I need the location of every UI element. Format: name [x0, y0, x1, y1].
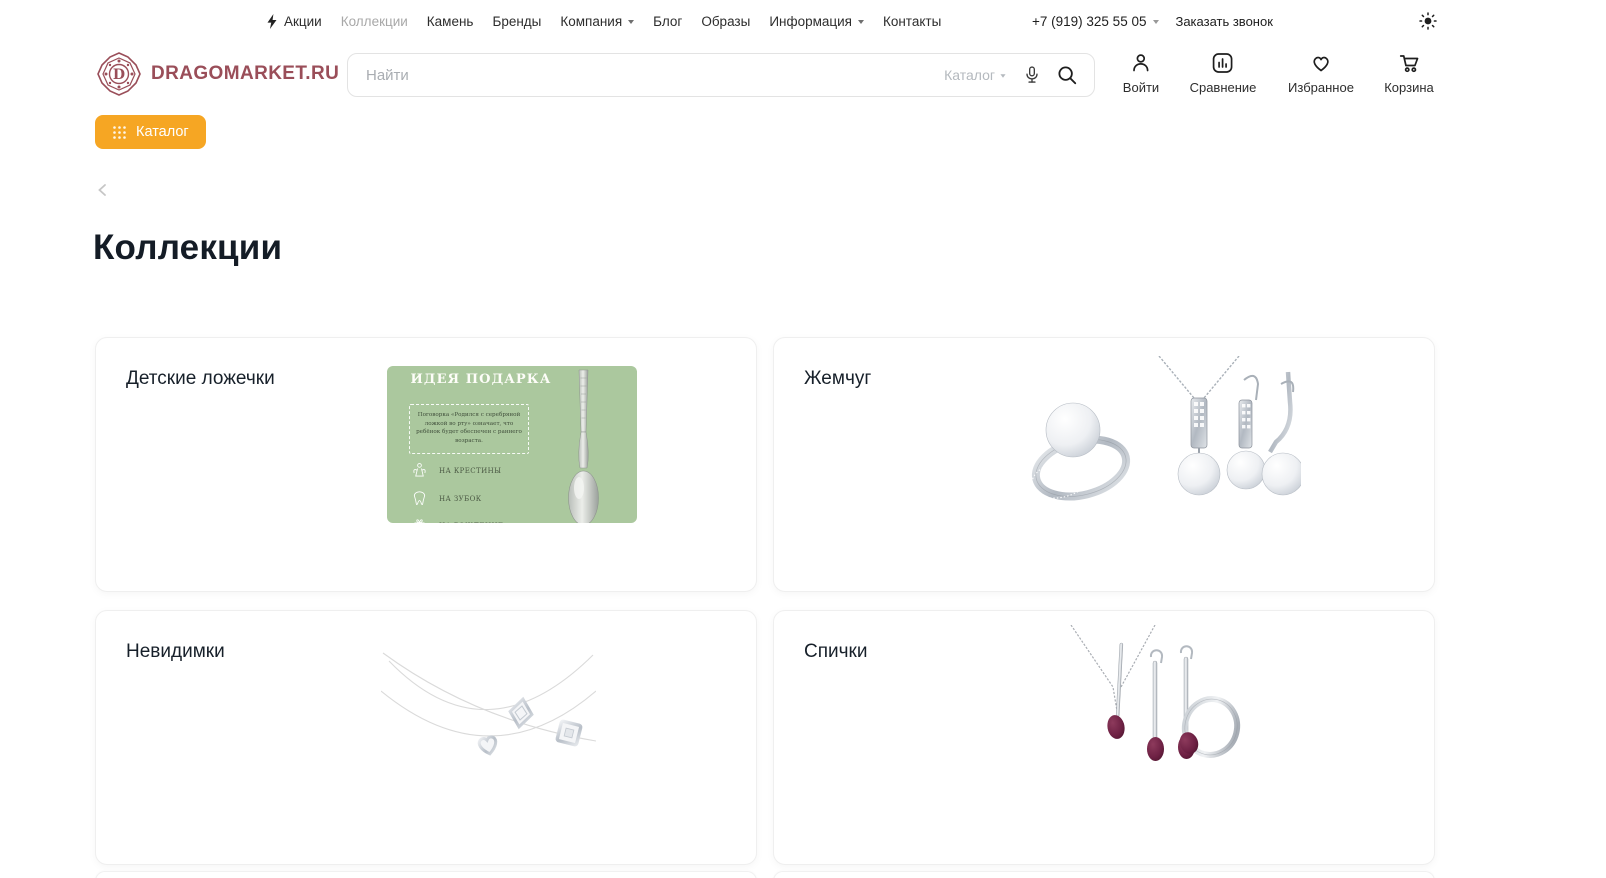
banner-item-label: НА ЗУБОК: [439, 495, 482, 503]
action-label: Сравнение: [1190, 80, 1257, 95]
cart-button[interactable]: Корзина: [1384, 51, 1434, 95]
nav-label: Компания: [560, 14, 622, 29]
nav-item-contacts[interactable]: Контакты: [883, 14, 941, 29]
banner-item: НА РОЖДЕНИЕ: [411, 517, 503, 523]
children-spoons-banner-image: ИДЕЯ ПОДАРКА Поговорка «Родился с серебр…: [387, 366, 637, 523]
site-logo[interactable]: D DRAGOMARKET.RU: [95, 50, 339, 98]
cart-icon: [1397, 51, 1421, 75]
favorites-button[interactable]: Избранное: [1288, 51, 1354, 95]
banner-item: НА КРЕСТИНЫ: [411, 462, 501, 479]
nav-item-looks[interactable]: Образы: [701, 14, 750, 29]
gift-icon: [411, 517, 428, 523]
banner-quote: Поговорка «Родился с серебряной ложкой в…: [409, 404, 529, 454]
search-input[interactable]: [366, 67, 944, 84]
nav-item-blog[interactable]: Блог: [653, 14, 682, 29]
nav-item-brands[interactable]: Бренды: [492, 14, 541, 29]
banner-heading: ИДЕЯ ПОДАРКА: [403, 372, 559, 387]
nav-label: Камень: [427, 14, 474, 29]
nav-label: Акции: [284, 14, 322, 29]
nav-label: Бренды: [492, 14, 541, 29]
collections-page: Акции Коллекции Камень Бренды Компания Б…: [0, 0, 1606, 878]
microphone-icon: [1022, 65, 1042, 85]
collection-title: Невидимки: [126, 641, 225, 663]
nav-item-company[interactable]: Компания: [560, 14, 634, 29]
user-icon: [1129, 51, 1153, 75]
chevron-down-icon: [1000, 74, 1005, 77]
search-category-dropdown[interactable]: Каталог: [944, 67, 1006, 83]
nav-item-collections[interactable]: Коллекции: [341, 14, 408, 29]
lightning-icon: [266, 14, 278, 29]
action-label: Избранное: [1288, 80, 1354, 95]
invisible-necklaces-image: [381, 633, 596, 773]
nav-item-stone[interactable]: Камень: [427, 14, 474, 29]
action-label: Корзина: [1384, 80, 1434, 95]
callback-link[interactable]: Заказать звонок: [1175, 14, 1272, 29]
logo-text: DRAGOMARKET.RU: [151, 63, 339, 85]
nav-label: Блог: [653, 14, 682, 29]
search-category-label: Каталог: [944, 67, 995, 83]
collection-card-invisible[interactable]: Невидимки: [95, 610, 757, 865]
collections-grid: Детские ложечки ИДЕЯ ПОДАРКА Поговорка «…: [95, 337, 1435, 865]
voice-search-button[interactable]: [1022, 65, 1042, 85]
chevron-down-icon: [858, 20, 864, 24]
search-submit-button[interactable]: [1056, 64, 1078, 86]
top-navigation: Акции Коллекции Камень Бренды Компания Б…: [266, 0, 941, 42]
banner-item-label: НА РОЖДЕНИЕ: [439, 522, 503, 524]
collection-card-partial[interactable]: [95, 871, 757, 878]
silver-spoon-image: [555, 368, 611, 523]
chevron-down-icon: [1153, 20, 1159, 24]
compare-icon: [1211, 51, 1235, 75]
catalog-button[interactable]: Каталог: [95, 115, 206, 149]
banner-item: НА ЗУБОК: [411, 490, 482, 507]
banner-item-label: НА КРЕСТИНЫ: [439, 467, 501, 475]
collection-title: Спички: [804, 641, 867, 663]
theme-toggle-button[interactable]: [1419, 12, 1437, 35]
action-label: Войти: [1123, 80, 1159, 95]
nav-label: Образы: [701, 14, 750, 29]
compare-button[interactable]: Сравнение: [1190, 51, 1257, 95]
breadcrumb-back-button[interactable]: [94, 181, 112, 199]
collection-card-matches[interactable]: Спички: [773, 610, 1435, 865]
nav-item-info[interactable]: Информация: [769, 14, 864, 29]
page-title: Коллекции: [93, 228, 282, 268]
chevron-left-icon: [94, 181, 112, 199]
nav-label: Контакты: [883, 14, 941, 29]
search-icon: [1056, 64, 1078, 86]
nav-item-promos[interactable]: Акции: [266, 14, 322, 29]
sun-icon: [1419, 12, 1437, 30]
tooth-icon: [411, 490, 428, 507]
grid-icon: [112, 125, 127, 140]
chevron-down-icon: [628, 20, 634, 24]
login-button[interactable]: Войти: [1123, 51, 1159, 95]
collection-title: Детские ложечки: [126, 368, 275, 390]
collection-card-pearls[interactable]: Жемчуг: [773, 337, 1435, 592]
collection-title: Жемчуг: [804, 368, 871, 390]
search-bar: Каталог: [347, 53, 1095, 97]
match-jewelry-image: [1063, 625, 1243, 783]
svg-text:D: D: [113, 67, 125, 83]
heart-icon: [1309, 51, 1333, 75]
phone-dropdown[interactable]: +7 (919) 325 55 05: [1032, 14, 1159, 29]
nav-label: Коллекции: [341, 14, 408, 29]
catalog-button-label: Каталог: [136, 124, 189, 140]
collection-card-children-spoons[interactable]: Детские ложечки ИДЕЯ ПОДАРКА Поговорка «…: [95, 337, 757, 592]
collection-card-partial[interactable]: [773, 871, 1435, 878]
pearl-jewelry-image: [1001, 356, 1301, 518]
logo-emblem-icon: D: [95, 50, 143, 98]
angel-icon: [411, 462, 428, 479]
phone-number: +7 (919) 325 55 05: [1032, 14, 1146, 29]
topbar-right: +7 (919) 325 55 05 Заказать звонок: [1032, 0, 1273, 42]
nav-label: Информация: [769, 14, 852, 29]
